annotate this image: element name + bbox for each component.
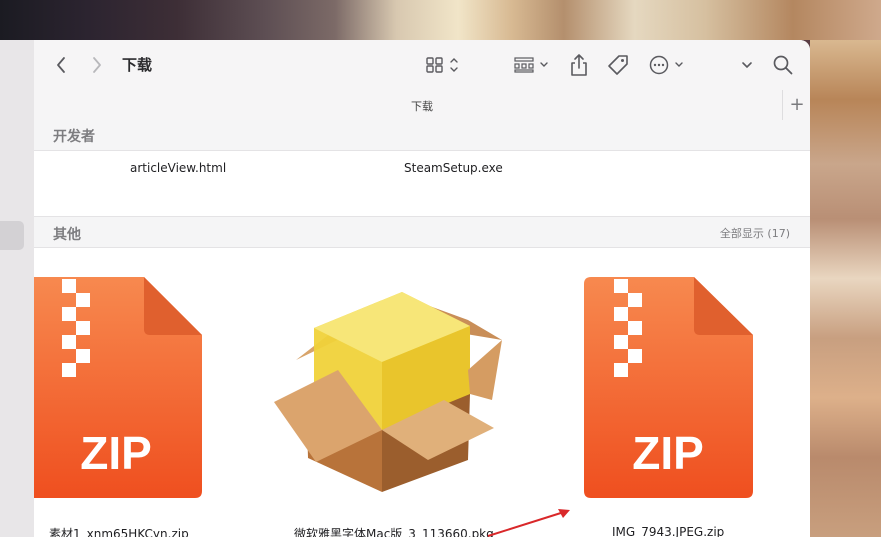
chevron-right-icon[interactable]: [88, 55, 106, 75]
file-item-articleview[interactable]: articleView.html: [130, 161, 226, 175]
file-name-zip-2[interactable]: IMG_7943.JPEG.zip: [612, 525, 724, 537]
zip-badge-label-1: ZIP: [80, 427, 152, 479]
zip-file-icon[interactable]: ZIP: [584, 277, 754, 501]
section-title-other: 其他: [53, 227, 81, 243]
grid-view-icon[interactable]: [424, 54, 464, 76]
section-title-developer: 开发者: [53, 129, 95, 145]
show-all-link[interactable]: 全部显示 (17): [720, 225, 790, 241]
finder-window: 下载 下载 + 开发者 articleView.html SteamSetup.…: [34, 40, 810, 537]
zip-file-icon[interactable]: ZIP: [34, 277, 204, 501]
share-icon[interactable]: [568, 52, 590, 78]
chevron-left-icon[interactable]: [52, 55, 70, 75]
group-by-icon[interactable]: [512, 54, 554, 76]
toolbar: 下载: [34, 40, 810, 90]
sidebar-selected-item[interactable]: [0, 221, 24, 250]
annotation-arrow: [487, 509, 570, 537]
add-tab-button[interactable]: +: [782, 90, 810, 120]
chevron-down-icon[interactable]: [738, 56, 756, 74]
sidebar: [0, 40, 35, 537]
desktop-wallpaper-right: [810, 40, 881, 537]
zip-badge-label-2: ZIP: [632, 427, 704, 479]
section-header-other: 其他 全部显示 (17): [34, 216, 810, 248]
path-bar-label: 下载: [411, 100, 433, 113]
section-header-developer: 开发者: [34, 120, 810, 151]
path-bar: 下载 +: [34, 90, 810, 121]
ellipsis-circle-icon[interactable]: [648, 54, 688, 76]
file-item-steamsetup[interactable]: SteamSetup.exe: [404, 161, 503, 175]
tag-icon[interactable]: [606, 53, 630, 77]
file-name-zip-1[interactable]: 素材1_xnm65HKCyn.zip: [49, 525, 189, 537]
search-icon[interactable]: [771, 53, 795, 77]
package-icon[interactable]: [272, 290, 504, 496]
desktop-wallpaper: [0, 0, 881, 40]
file-name-pkg[interactable]: 微软雅黑字体Mac版_3_113660.pkg: [294, 525, 494, 537]
window-title: 下载: [122, 56, 153, 74]
